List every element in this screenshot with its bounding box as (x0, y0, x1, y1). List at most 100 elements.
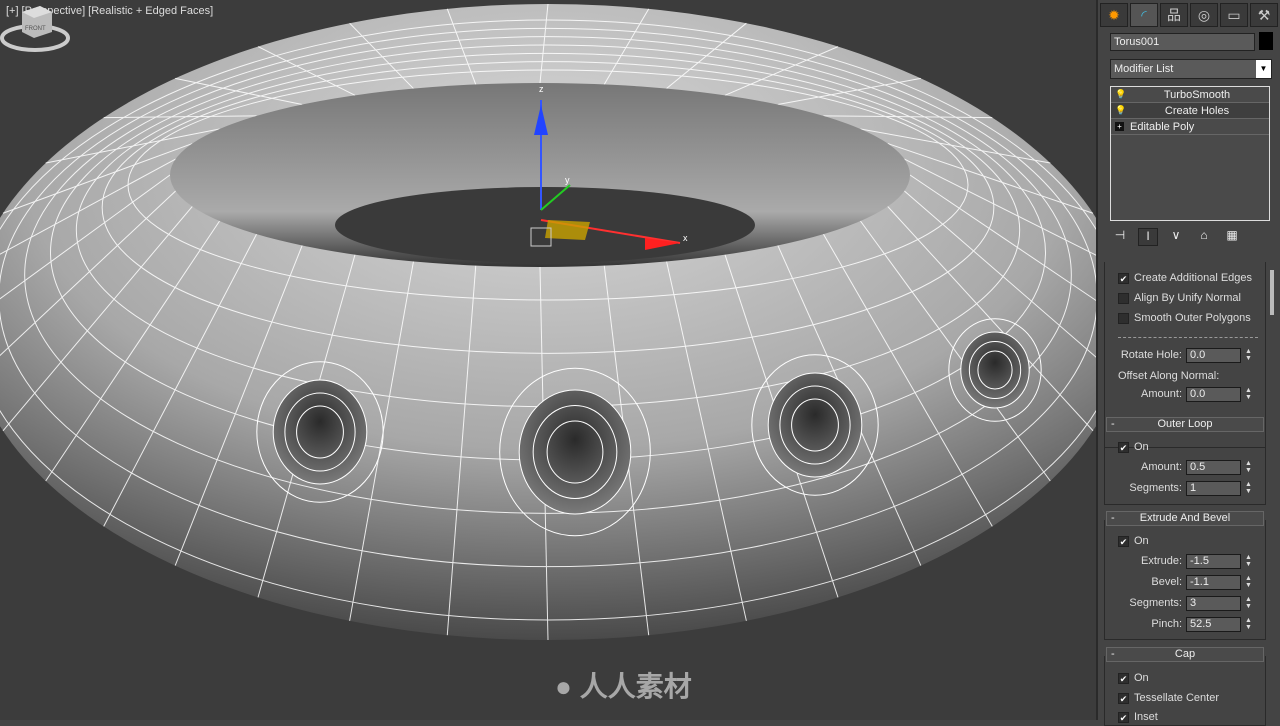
command-panel: ✹ ◜ 品 ◎ ▭ ⚒ Torus001 Modifier List ▼ 💡 Tur… (1096, 0, 1280, 726)
stack-item-label: Editable Poly (1130, 120, 1195, 133)
spinner-arrows-icon[interactable]: ▲ ▼ (1244, 554, 1253, 569)
rotate-hole-spinner[interactable]: 0.0 (1186, 348, 1241, 363)
object-color-swatch[interactable] (1259, 32, 1273, 50)
option-label: On (1134, 535, 1149, 547)
checkbox[interactable] (1118, 292, 1129, 304)
extrude-spinner[interactable]: -1.5 (1186, 554, 1241, 569)
watermark-logo: ● 人人素材 (555, 671, 692, 702)
stack-toolbar: ⊣ I ∨ ⌂ ▦ (1110, 228, 1275, 246)
spinner-arrows-icon[interactable]: ▲ ▼ (1244, 387, 1253, 402)
pinch-label: Pinch: (1151, 618, 1182, 630)
modifier-stack: 💡 TurboSmooth 💡 Create Holes + Editable Pol… (1110, 86, 1270, 221)
viewcube-face-label: FRONT (25, 26, 46, 32)
option-label: Inset (1134, 711, 1158, 723)
collapse-icon: - (1111, 512, 1115, 524)
command-panel-tabs: ✹ ◜ 品 ◎ ▭ ⚒ (1098, 0, 1280, 27)
offset-amount-spinner[interactable]: 0.0 (1186, 387, 1241, 402)
stack-item-create-holes[interactable]: 💡 Create Holes (1111, 103, 1269, 119)
motion-tab[interactable]: ◎ (1190, 3, 1218, 27)
modify-icon: ◜ (1141, 6, 1147, 23)
rollout-title: Extrude And Bevel (1139, 512, 1231, 524)
spinner-arrows-icon[interactable]: ▲ ▼ (1244, 348, 1253, 363)
display-icon: ▭ (1227, 6, 1241, 23)
checkbox[interactable]: ✔ (1118, 711, 1129, 723)
configure-sets-icon[interactable]: ▦ (1222, 228, 1242, 246)
inset-option[interactable]: ✔ Inset (1118, 711, 1158, 723)
extrude-segments-spinner[interactable]: 3 (1186, 596, 1241, 611)
checkbox[interactable]: ✔ (1118, 272, 1129, 284)
stack-item-turbosmooth[interactable]: 💡 TurboSmooth (1111, 87, 1269, 103)
stack-item-label: TurboSmooth (1163, 88, 1231, 101)
display-tab[interactable]: ▭ (1220, 3, 1248, 27)
utilities-tab[interactable]: ⚒ (1250, 3, 1278, 27)
checkbox[interactable] (1118, 312, 1129, 324)
chevron-down-icon: ▼ (1256, 60, 1271, 78)
modifier-list-label: Modifier List (1114, 63, 1174, 75)
tessellate-center-option[interactable]: ✔ Tessellate Center (1118, 692, 1219, 704)
extrude-bevel-header[interactable]: - Extrude And Bevel (1106, 511, 1264, 526)
expand-icon[interactable]: + (1115, 122, 1124, 131)
option-label: Smooth Outer Polygons (1134, 312, 1251, 324)
bevel-spinner[interactable]: -1.1 (1186, 575, 1241, 590)
collapse-icon: - (1111, 648, 1115, 660)
checkbox[interactable]: ✔ (1118, 692, 1129, 704)
show-end-result-icon[interactable]: I (1138, 228, 1158, 246)
y-axis-label: y (565, 175, 570, 185)
outer-loop-segments-spinner[interactable]: 1 (1186, 481, 1241, 496)
spinner-arrows-icon[interactable]: ▲ ▼ (1244, 596, 1253, 611)
spinner-arrows-icon[interactable]: ▲ ▼ (1244, 575, 1253, 590)
bulb-icon[interactable]: 💡 (1115, 89, 1126, 100)
perspective-viewport[interactable]: z x y [+] [Perspective] [Realistic + Edged… (0, 0, 1096, 720)
stack-item-label: Create Holes (1164, 104, 1230, 117)
rollout-title: Outer Loop (1157, 418, 1213, 430)
pin-stack-icon[interactable]: ⊣ (1110, 228, 1130, 246)
checkbox[interactable]: ✔ (1118, 672, 1129, 684)
bulb-icon[interactable]: 💡 (1115, 105, 1126, 116)
spinner-arrows-icon[interactable]: ▲ ▼ (1244, 460, 1253, 475)
checkbox[interactable]: ✔ (1118, 441, 1129, 453)
hole (948, 318, 1042, 422)
bevel-label: Bevel: (1151, 576, 1182, 588)
outer-loop-header[interactable]: - Outer Loop (1106, 417, 1264, 432)
spinner-arrows-icon[interactable]: ▲ ▼ (1244, 481, 1253, 496)
option-label: Create Additional Edges (1134, 272, 1253, 284)
panel-scrollbar[interactable] (1270, 270, 1274, 315)
remove-modifier-icon[interactable]: ⌂ (1194, 228, 1214, 246)
modify-tab[interactable]: ◜ (1130, 3, 1158, 27)
pinch-spinner[interactable]: 52.5 (1186, 617, 1241, 632)
z-axis-label: z (539, 84, 544, 94)
object-name-field[interactable]: Torus001 (1110, 33, 1255, 51)
option-label: On (1134, 672, 1149, 684)
extrude-label: Extrude: (1141, 555, 1182, 567)
offset-along-normal-label: Offset Along Normal: (1118, 370, 1220, 382)
outer-loop-on[interactable]: ✔ On (1118, 441, 1149, 453)
offset-amount-label: Amount: (1141, 388, 1182, 400)
checkbox[interactable]: ✔ (1118, 535, 1129, 547)
stack-item-editable-poly[interactable]: + Editable Poly (1111, 119, 1269, 135)
hierarchy-icon: 品 (1167, 7, 1181, 23)
rotate-hole-label: Rotate Hole: (1120, 349, 1182, 361)
cap-on[interactable]: ✔ On (1118, 672, 1149, 684)
rollout-title: Cap (1174, 648, 1196, 660)
create-additional-edges-option[interactable]: ✔ Create Additional Edges (1118, 272, 1252, 284)
outer-loop-segments-label: Segments: (1129, 482, 1182, 494)
smooth-outer-polygons-option[interactable]: Smooth Outer Polygons (1118, 312, 1251, 324)
make-unique-icon[interactable]: ∨ (1166, 228, 1186, 246)
outer-loop-amount-spinner[interactable]: 0.5 (1186, 460, 1241, 475)
divider (1118, 337, 1258, 338)
option-label: Align By Unify Normal (1134, 292, 1241, 304)
hierarchy-tab[interactable]: 品 (1160, 3, 1188, 27)
viewport-shading[interactable]: [Realistic + Edged Faces] (88, 5, 213, 17)
align-by-unify-normal-option[interactable]: Align By Unify Normal (1118, 292, 1241, 304)
outer-loop-amount-label: Amount: (1141, 461, 1182, 473)
cap-header[interactable]: - Cap (1106, 647, 1264, 662)
extrude-bevel-on[interactable]: ✔ On (1118, 535, 1149, 547)
utilities-icon: ⚒ (1257, 6, 1271, 23)
modifier-list-dropdown[interactable]: Modifier List ▼ (1110, 59, 1272, 79)
x-axis-label: x (683, 233, 688, 243)
create-tab[interactable]: ✹ (1100, 3, 1128, 27)
motion-icon: ◎ (1197, 6, 1211, 23)
spinner-arrows-icon[interactable]: ▲ ▼ (1244, 617, 1253, 632)
viewcube[interactable]: FRONT (0, 0, 70, 60)
option-label: On (1134, 441, 1149, 453)
